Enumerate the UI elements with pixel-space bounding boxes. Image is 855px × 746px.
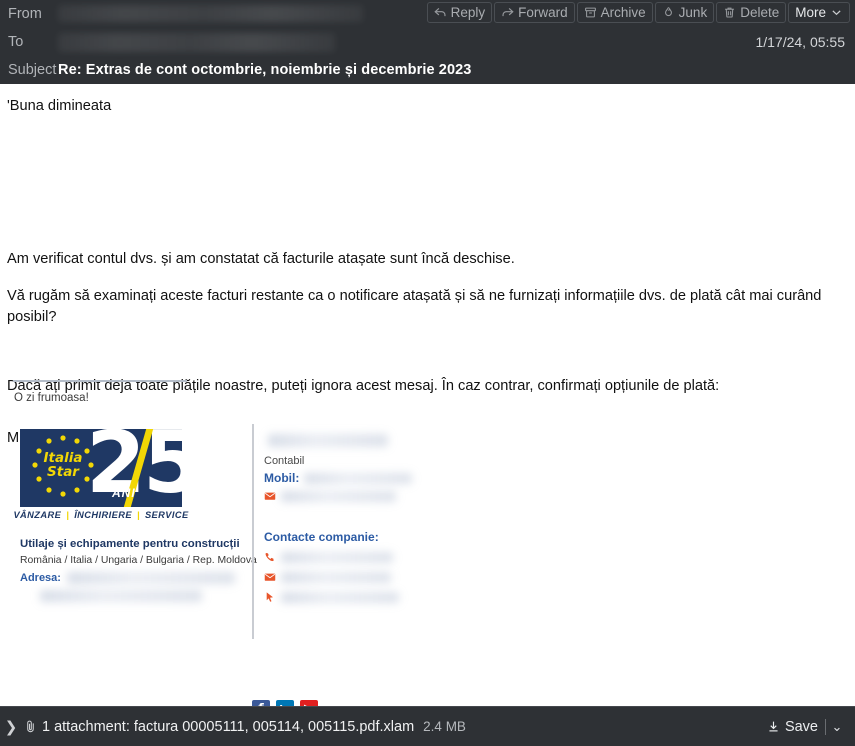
email-value-redacted: [281, 490, 396, 502]
more-button[interactable]: More: [788, 2, 850, 23]
message-body: 'Buna dimineata Am verificat contul dvs.…: [0, 84, 855, 746]
junk-fire-icon: [662, 6, 675, 19]
to-value-redacted[interactable]: [58, 32, 335, 52]
tagline-separator-1: |: [136, 510, 140, 520]
signature-divider: [13, 380, 187, 382]
more-label: More: [795, 5, 826, 20]
from-label: From: [8, 6, 42, 22]
company-contacts-label: Contacte companie:: [264, 530, 379, 544]
mobile-label: Mobil:: [264, 471, 300, 485]
to-label: To: [8, 34, 24, 50]
company-email-redacted: [281, 571, 391, 583]
contact-column: Contabil Mobil: Contacte companie:: [252, 424, 442, 639]
reply-icon: [433, 6, 447, 19]
tagline-item-0: VÂNZARE: [13, 510, 62, 520]
logo-brand-line2: Star: [47, 464, 79, 480]
forward-label: Forward: [518, 5, 568, 20]
delete-label: Delete: [740, 5, 780, 20]
contact-name-redacted: [268, 434, 388, 447]
envelope-icon-company: [264, 571, 276, 583]
tagline-item-1: ÎNCHIRIERE: [74, 510, 132, 520]
company-email-row: [264, 571, 391, 583]
body-paragraph-2: Am verificat contul dvs. și am constatat…: [7, 251, 515, 267]
delete-button[interactable]: Delete: [716, 2, 787, 23]
envelope-icon: [264, 490, 276, 502]
attachment-bar: ❯ 1 attachment: factura 00005111, 005114…: [0, 706, 855, 746]
company-website-row: [264, 591, 399, 603]
forward-button[interactable]: Forward: [494, 2, 575, 23]
logo-tagline: VÂNZARE | ÎNCHIRIERE | SERVICE: [13, 510, 188, 520]
signature-card: 25 Italia Star ANI VÂNZARE | ÎNCHIRIERE …: [12, 424, 442, 649]
cursor-pointer-icon: [264, 591, 276, 603]
contact-email-row: [264, 490, 396, 502]
message-toolbar: Reply Forward Archive Junk Delete More: [426, 2, 851, 23]
tagline-separator-0: |: [66, 510, 70, 520]
save-attachment-button[interactable]: Save: [763, 717, 825, 737]
attachment-menu-caret-icon[interactable]: ⌄: [826, 719, 848, 735]
reply-button[interactable]: Reply: [426, 2, 493, 23]
company-tagline: Utilaje și echipamente pentru construcți…: [20, 538, 240, 550]
logo-brand-line1: Italia: [43, 450, 83, 466]
archive-button[interactable]: Archive: [576, 2, 653, 23]
subject-label: Subject: [8, 62, 57, 78]
from-value-redacted[interactable]: [58, 5, 363, 22]
reply-label: Reply: [450, 5, 486, 20]
archive-label: Archive: [600, 5, 646, 20]
paperclip-icon: [22, 719, 39, 734]
contact-role: Contabil: [264, 455, 305, 467]
italia-star-logo: 25 Italia Star ANI VÂNZARE | ÎNCHIRIERE …: [13, 429, 190, 520]
logo-box: 25 Italia Star ANI: [20, 429, 182, 507]
tagline-item-2: SERVICE: [144, 510, 189, 520]
attachment-name[interactable]: 1 attachment: factura 00005111, 005114, …: [42, 719, 414, 735]
body-paragraph-1: 'Buna dimineata: [7, 98, 112, 114]
address-value-redacted: [67, 572, 235, 584]
attachment-actions: Save ⌄: [763, 717, 855, 737]
attachment-size: 2.4 MB: [423, 719, 466, 734]
junk-button[interactable]: Junk: [654, 2, 715, 23]
attachment-expand-icon[interactable]: ❯: [0, 718, 22, 736]
subject-value: Re: Extras de cont octombrie, noiembrie …: [58, 62, 472, 78]
chevron-down-icon: [830, 6, 843, 19]
download-icon: [767, 720, 780, 733]
company-countries: România / Italia / Ungaria / Bulgaria / …: [20, 555, 257, 566]
company-phone-row: [264, 551, 393, 563]
forward-icon: [501, 6, 514, 19]
company-phone-redacted: [281, 551, 393, 563]
subject-row: Subject Re: Extras de cont octombrie, no…: [0, 56, 855, 84]
archive-icon: [584, 6, 597, 19]
company-website-redacted: [281, 591, 399, 603]
message-date: 1/17/24, 05:55: [755, 34, 845, 50]
logo-ani: ANI: [112, 486, 136, 500]
save-label: Save: [784, 718, 818, 735]
phone-icon: [264, 551, 276, 563]
address-value-redacted-line2: [40, 590, 202, 602]
logo-brand: Italia Star: [32, 451, 94, 479]
trash-icon: [723, 6, 736, 19]
body-paragraph-3: Vă rugăm să examinați aceste facturi res…: [7, 288, 822, 325]
contact-mobile-row: Mobil:: [264, 471, 413, 485]
to-row: To: [0, 28, 855, 56]
mobile-value-redacted: [304, 472, 413, 484]
junk-label: Junk: [678, 5, 708, 20]
signature-closing: O zi frumoasa!: [14, 392, 89, 404]
mail-header: From To Subject Re: Extras de cont octom…: [0, 0, 855, 84]
address-label: Adresa:: [20, 572, 61, 584]
